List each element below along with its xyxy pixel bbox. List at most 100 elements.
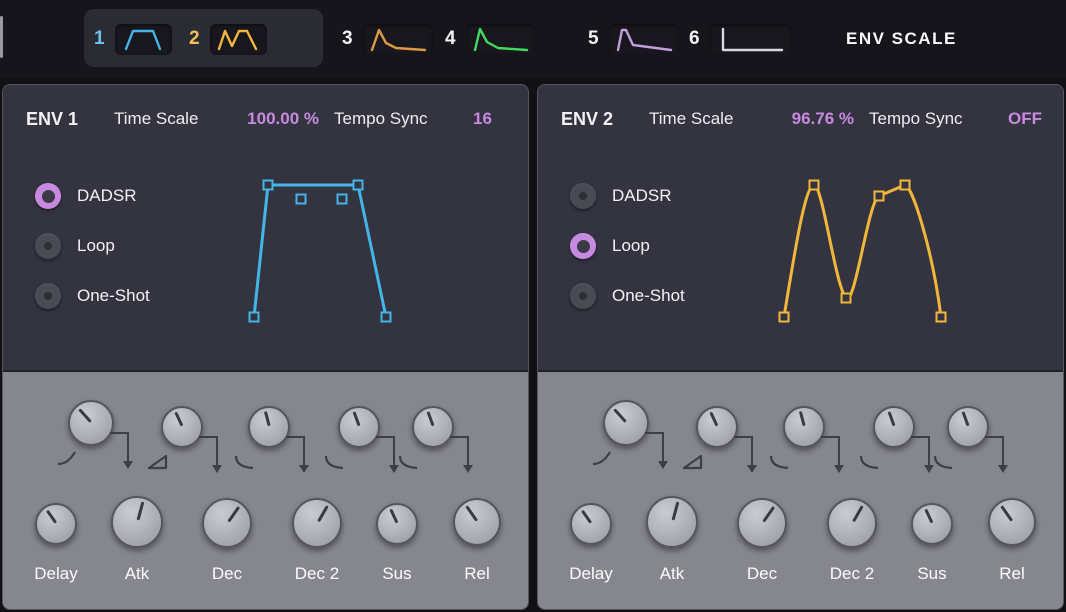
curve-shape-icon: [932, 453, 956, 471]
envelope-handle[interactable]: [901, 181, 910, 190]
mode-label: Loop: [612, 236, 650, 256]
radio-button-icon[interactable]: [570, 183, 596, 209]
env1-rel-knob[interactable]: [453, 498, 501, 546]
knob-indicator: [581, 510, 592, 524]
env2-panel: ENV 2 Time Scale 96.76 % Tempo Sync OFF …: [537, 84, 1064, 610]
envelope-handle[interactable]: [937, 313, 946, 322]
env1-mode-selector: DADSR Loop One-Shot: [35, 171, 150, 321]
env-2-shape-icon: [210, 24, 267, 55]
env2-dec-2-knob[interactable]: [827, 498, 877, 548]
envelope-handle[interactable]: [297, 195, 306, 204]
env2-mode-one-shot[interactable]: One-Shot: [570, 271, 685, 321]
stage-connector-arrow-icon: [819, 429, 849, 479]
tempo-sync-value[interactable]: OFF: [1008, 109, 1042, 129]
curve-shape-icon: [323, 453, 347, 471]
env-tab-1[interactable]: 1: [94, 0, 172, 78]
env1-panel: ENV 1 Time Scale 100.00 % Tempo Sync 16 …: [2, 84, 529, 610]
env2-mode-loop[interactable]: Loop: [570, 221, 685, 271]
envelope-handle[interactable]: [250, 313, 259, 322]
env2-knob-section: DelayAtkDecDec 2SusRel: [538, 370, 1063, 610]
env-tab-2[interactable]: 2: [189, 0, 267, 78]
knob-indicator: [263, 411, 270, 426]
env2-atk-knob[interactable]: [646, 496, 698, 548]
env-scale-label: ENV SCALE: [846, 29, 957, 49]
knob-label: Sus: [352, 564, 442, 584]
envelope-handle[interactable]: [382, 313, 391, 322]
env1-dec-2-knob[interactable]: [292, 498, 342, 548]
env1-dec-knob[interactable]: [202, 498, 252, 548]
mode-label: One-Shot: [612, 286, 685, 306]
env-tab-4[interactable]: 4: [445, 0, 535, 78]
stage-connector-arrow-icon: [983, 429, 1013, 479]
radio-button-icon[interactable]: [35, 183, 61, 209]
env-tab-3[interactable]: 3: [342, 0, 433, 78]
tab-2-number: 2: [189, 28, 200, 50]
knob-indicator: [709, 412, 718, 427]
radio-button-icon[interactable]: [35, 233, 61, 259]
tempo-sync-value[interactable]: 16: [473, 109, 492, 129]
knob-label: Dec: [717, 564, 807, 584]
envelope-handle[interactable]: [354, 181, 363, 190]
knob-label: Dec: [182, 564, 272, 584]
stage-connector-arrow-icon: [284, 429, 314, 479]
env1-knob-section: DelayAtkDecDec 2SusRel: [3, 370, 528, 610]
tab-4-number: 4: [445, 28, 456, 50]
envelope-handle[interactable]: [780, 313, 789, 322]
knob-indicator: [961, 411, 969, 426]
env1-mode-one-shot[interactable]: One-Shot: [35, 271, 150, 321]
envelope-handle[interactable]: [338, 195, 347, 204]
knob-label: Dec 2: [807, 564, 897, 584]
env1-mode-loop[interactable]: Loop: [35, 221, 150, 271]
time-scale-label: Time Scale: [114, 109, 198, 129]
knob-label: Atk: [627, 564, 717, 584]
curve-shape-icon: [55, 449, 79, 467]
knob-indicator: [852, 505, 864, 522]
env2-delay-knob[interactable]: [570, 503, 612, 545]
knob-indicator: [174, 412, 183, 427]
mode-label: DADSR: [77, 186, 137, 206]
envelope-handle[interactable]: [875, 192, 884, 201]
tab-5-number: 5: [588, 28, 599, 50]
env1-sus-knob[interactable]: [376, 503, 418, 545]
knob-indicator: [426, 411, 434, 426]
knob-label: Delay: [11, 564, 101, 584]
env2-mode-dadsr[interactable]: DADSR: [570, 171, 685, 221]
env1-atk-knob[interactable]: [111, 496, 163, 548]
envelope-handle[interactable]: [842, 294, 851, 303]
env1-delay-knob[interactable]: [35, 503, 77, 545]
radio-button-icon[interactable]: [570, 233, 596, 259]
env2-rel-knob[interactable]: [988, 498, 1036, 546]
envelope-handle[interactable]: [264, 181, 273, 190]
env2-dec-knob[interactable]: [737, 498, 787, 548]
knob-indicator: [762, 506, 775, 523]
env2-mode-selector: DADSR Loop One-Shot: [570, 171, 685, 321]
knob-label: Sus: [887, 564, 977, 584]
env1-title: ENV 1: [26, 109, 78, 130]
mode-label: DADSR: [612, 186, 672, 206]
curve-shape-icon: [233, 453, 257, 471]
env-tab-5[interactable]: 5: [588, 0, 679, 78]
radio-button-icon[interactable]: [570, 283, 596, 309]
env2-sus-knob[interactable]: [911, 503, 953, 545]
time-scale-value[interactable]: 96.76 %: [738, 109, 854, 129]
env1-mode-dadsr[interactable]: DADSR: [35, 171, 150, 221]
curve-shape-icon: [681, 453, 705, 471]
knob-indicator: [46, 510, 57, 524]
envelope-handle[interactable]: [810, 181, 819, 190]
mode-label: Loop: [77, 236, 115, 256]
env-3-shape-icon: [363, 24, 433, 55]
tab-3-number: 3: [342, 28, 353, 50]
envelope-curve[interactable]: [254, 185, 386, 317]
radio-button-icon[interactable]: [35, 283, 61, 309]
stage-connector-arrow-icon: [448, 429, 478, 479]
mode-label: One-Shot: [77, 286, 150, 306]
env-tab-6[interactable]: 6: [689, 0, 792, 78]
curve-shape-icon: [397, 453, 421, 471]
time-scale-label: Time Scale: [649, 109, 733, 129]
env2-display: ENV 2 Time Scale 96.76 % Tempo Sync OFF …: [538, 85, 1063, 370]
env-4-shape-icon: [466, 24, 535, 55]
envelope-curve[interactable]: [784, 185, 941, 317]
time-scale-value[interactable]: 100.00 %: [203, 109, 319, 129]
knob-indicator: [465, 506, 478, 522]
knob-label: Rel: [967, 564, 1057, 584]
